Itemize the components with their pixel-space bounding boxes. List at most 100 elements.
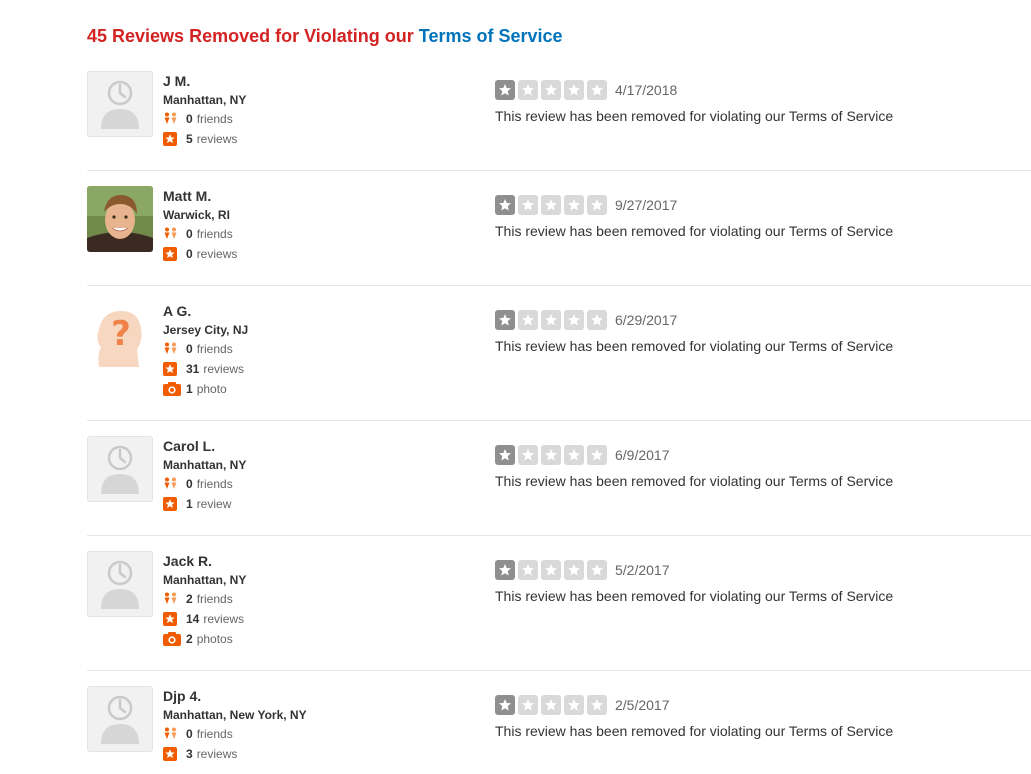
star-badge-icon	[163, 747, 181, 761]
review-item: Djp 4. Manhattan, New York, NY 0 friends 3 re…	[87, 671, 1031, 774]
user-name[interactable]: Carol L.	[163, 437, 246, 455]
review-count: 31 reviews	[163, 359, 248, 379]
star-rating	[495, 310, 607, 330]
review-count-label: reviews	[203, 362, 245, 376]
user-info: Carol L. Manhattan, NY 0 friends 1 review	[163, 437, 246, 514]
review-count-number: 1	[186, 497, 193, 511]
photo-count-label: photo	[196, 382, 227, 396]
default-avatar-icon[interactable]	[87, 436, 153, 502]
friends-icon	[163, 727, 181, 741]
friends-icon	[163, 342, 181, 356]
removed-review-text: This review has been removed for violati…	[495, 473, 894, 489]
rating-line: 4/17/2018	[495, 80, 893, 100]
default-avatar-icon[interactable]	[87, 686, 153, 752]
review-date: 2/5/2017	[615, 697, 670, 713]
friends-icon	[163, 112, 181, 126]
user-name[interactable]: A G.	[163, 302, 248, 320]
removed-review-text: This review has been removed for violati…	[495, 223, 894, 239]
rating-line: 6/29/2017	[495, 310, 893, 330]
review-list: J M. Manhattan, NY 0 friends 5 reviews 4/17/20…	[87, 56, 1031, 774]
star-empty-icon	[564, 560, 584, 580]
star-empty-icon	[564, 195, 584, 215]
user-location: Warwick, RI	[163, 208, 230, 222]
question-head-avatar-icon[interactable]: ?	[87, 301, 153, 367]
review-item: Jack R. Manhattan, NY 2 friends 14 reviews 2 ph…	[87, 536, 1031, 671]
rating-line: 2/5/2017	[495, 695, 893, 715]
friend-count: 0 friends	[163, 474, 246, 494]
review-item: J M. Manhattan, NY 0 friends 5 reviews 4/17/20…	[87, 56, 1031, 171]
star-rating	[495, 445, 607, 465]
camera-icon	[163, 382, 181, 396]
star-badge-icon	[163, 497, 181, 511]
photo-count-number: 2	[186, 632, 193, 646]
rating-line: 6/9/2017	[495, 445, 893, 465]
review-count: 5 reviews	[163, 129, 246, 149]
rating-line: 5/2/2017	[495, 560, 893, 580]
review-count: 3 reviews	[163, 744, 307, 764]
friend-count-number: 0	[186, 227, 193, 241]
friend-count: 0 friends	[163, 109, 246, 129]
user-info: J M. Manhattan, NY 0 friends 5 reviews	[163, 72, 246, 149]
friend-count-label: friends	[196, 342, 233, 356]
friend-count-label: friends	[196, 112, 233, 126]
friends-icon	[163, 592, 181, 606]
removed-count-text: 45 Reviews Removed for Violating our	[87, 26, 414, 46]
removed-review-text: This review has been removed for violati…	[495, 108, 894, 124]
user-name[interactable]: Djp 4.	[163, 687, 307, 705]
camera-icon	[163, 632, 181, 646]
default-avatar-icon[interactable]	[87, 551, 153, 617]
review-date: 6/9/2017	[615, 447, 670, 463]
photo-count: 2 photos	[163, 629, 246, 649]
friend-count-number: 0	[186, 112, 193, 126]
friend-count-label: friends	[196, 727, 233, 741]
review-body: 6/29/2017 This review has been removed fo…	[495, 310, 893, 355]
star-empty-icon	[518, 195, 538, 215]
terms-of-service-link[interactable]: Terms of Service	[419, 26, 563, 46]
review-count-number: 14	[186, 612, 200, 626]
svg-text:?: ?	[111, 314, 131, 354]
removed-reviews-header: 45 Reviews Removed for Violating our Ter…	[87, 24, 563, 48]
star-badge-icon	[163, 612, 181, 626]
review-count-number: 0	[186, 247, 193, 261]
star-filled-icon	[495, 310, 515, 330]
star-empty-icon	[518, 560, 538, 580]
star-rating	[495, 695, 607, 715]
friend-count-label: friends	[196, 227, 233, 241]
user-name[interactable]: Jack R.	[163, 552, 246, 570]
review-body: 4/17/2018 This review has been removed fo…	[495, 80, 893, 125]
star-empty-icon	[587, 560, 607, 580]
star-rating	[495, 195, 607, 215]
friend-count-number: 2	[186, 592, 193, 606]
review-date: 9/27/2017	[615, 197, 678, 213]
star-empty-icon	[541, 310, 561, 330]
star-empty-icon	[587, 80, 607, 100]
star-filled-icon	[495, 445, 515, 465]
review-item: Matt M. Warwick, RI 0 friends 0 reviews 9/27/2…	[87, 171, 1031, 286]
star-empty-icon	[564, 310, 584, 330]
review-count-label: reviews	[196, 747, 238, 761]
user-photo-avatar[interactable]	[87, 186, 153, 252]
star-empty-icon	[541, 195, 561, 215]
friend-count: 0 friends	[163, 339, 248, 359]
photo-count: 1 photo	[163, 379, 248, 399]
review-count: 0 reviews	[163, 244, 237, 264]
star-empty-icon	[587, 445, 607, 465]
star-badge-icon	[163, 362, 181, 376]
review-count-label: reviews	[196, 247, 238, 261]
photo-count-label: photos	[196, 632, 233, 646]
star-empty-icon	[564, 80, 584, 100]
removed-reviews-page: 45 Reviews Removed for Violating our Ter…	[0, 0, 1031, 774]
friend-count: 0 friends	[163, 724, 307, 744]
star-filled-icon	[495, 560, 515, 580]
star-empty-icon	[587, 695, 607, 715]
user-name[interactable]: J M.	[163, 72, 246, 90]
star-empty-icon	[541, 560, 561, 580]
star-empty-icon	[541, 695, 561, 715]
user-name[interactable]: Matt M.	[163, 187, 237, 205]
star-filled-icon	[495, 80, 515, 100]
user-location: Manhattan, NY	[163, 93, 247, 107]
star-empty-icon	[541, 80, 561, 100]
review-count-number: 31	[186, 362, 200, 376]
user-info: A G. Jersey City, NJ 0 friends 31 reviews 1 pho…	[163, 302, 248, 399]
default-avatar-icon[interactable]	[87, 71, 153, 137]
